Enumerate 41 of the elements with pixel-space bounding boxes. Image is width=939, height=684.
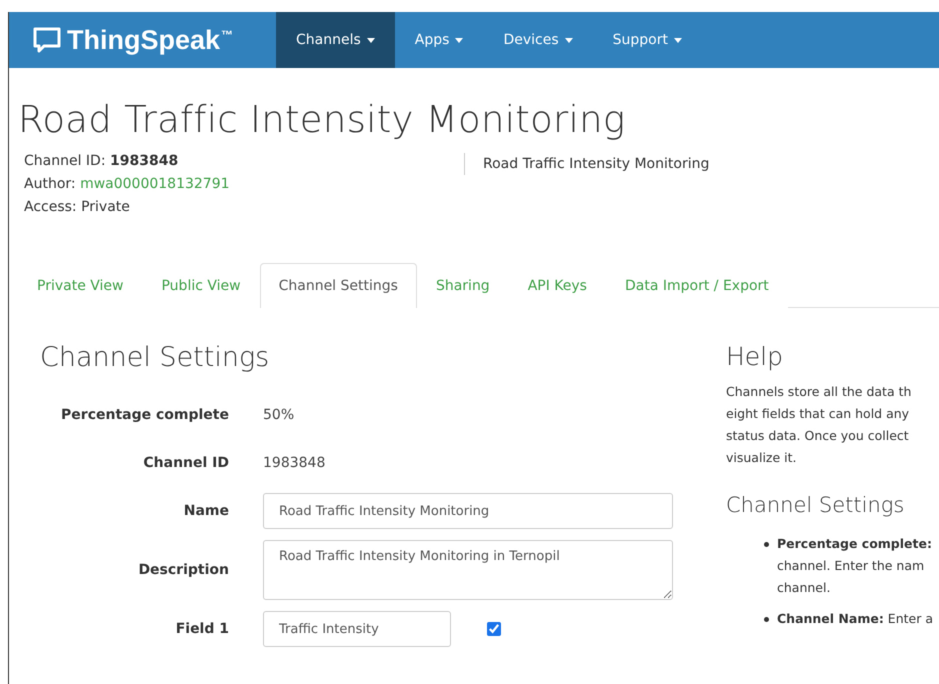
help-text: Channels store all the data th xyxy=(726,383,912,401)
author-text: Author: mwa0000018132791 xyxy=(24,176,231,192)
bullet-icon xyxy=(764,617,769,622)
section-heading: Channel Settings xyxy=(40,342,270,373)
setting-label: Name xyxy=(182,503,229,519)
setting-label: Field 1 xyxy=(174,621,229,637)
brand-logo-text[interactable]: ThingSpeak$^{™}$ xyxy=(67,24,234,56)
bullet-icon xyxy=(764,542,769,547)
tab[interactable]: Channel Settings xyxy=(260,263,417,308)
channel-title: Road Traffic Intensity Monitoring xyxy=(18,98,626,141)
channel-description: Road Traffic Intensity Monitoring xyxy=(483,156,710,172)
setting-label: Channel ID xyxy=(142,455,229,471)
help-text: channel. Enter the nam xyxy=(777,557,926,575)
channel-id-text: Channel ID: 1983848 xyxy=(24,153,180,169)
help-text: eight fields that can hold any xyxy=(726,405,910,423)
description-input[interactable]: Road Traffic Intensity Monitoring in Ternopil xyxy=(263,540,673,600)
caret-icon xyxy=(455,38,464,42)
help-text: status data. Once you collect xyxy=(726,427,910,445)
setting-value: 1983848 xyxy=(263,455,326,471)
caret-icon xyxy=(674,38,682,42)
nav-menu[interactable]: Channels xyxy=(276,12,395,68)
nav-menu[interactable]: Support xyxy=(592,12,702,68)
nav-menu[interactable]: Devices xyxy=(483,12,593,68)
access-text: Access: Private xyxy=(24,199,131,215)
field-checkbox[interactable] xyxy=(487,622,501,636)
caret-icon xyxy=(564,38,573,42)
setting-label: Percentage complete xyxy=(60,407,229,423)
name-input[interactable]: Road Traffic Intensity Monitoring xyxy=(263,493,673,529)
help-text: channel. xyxy=(777,579,832,597)
setting-value: 50% xyxy=(263,407,296,423)
field-input[interactable]: Traffic Intensity xyxy=(263,611,451,647)
nav-menu[interactable]: Apps xyxy=(394,12,484,68)
speech-bubble-icon xyxy=(33,26,61,54)
setting-label: Description xyxy=(137,562,229,578)
author-link[interactable]: mwa0000018132791 xyxy=(80,176,230,192)
help-text: Channel Name: Enter a xyxy=(777,610,933,628)
help-heading: Help xyxy=(726,342,784,371)
help-text: visualize it. xyxy=(726,449,798,467)
help-subheading: Channel Settings xyxy=(726,493,906,517)
help-text: Percentage complete: xyxy=(777,535,932,553)
caret-icon xyxy=(366,38,375,42)
